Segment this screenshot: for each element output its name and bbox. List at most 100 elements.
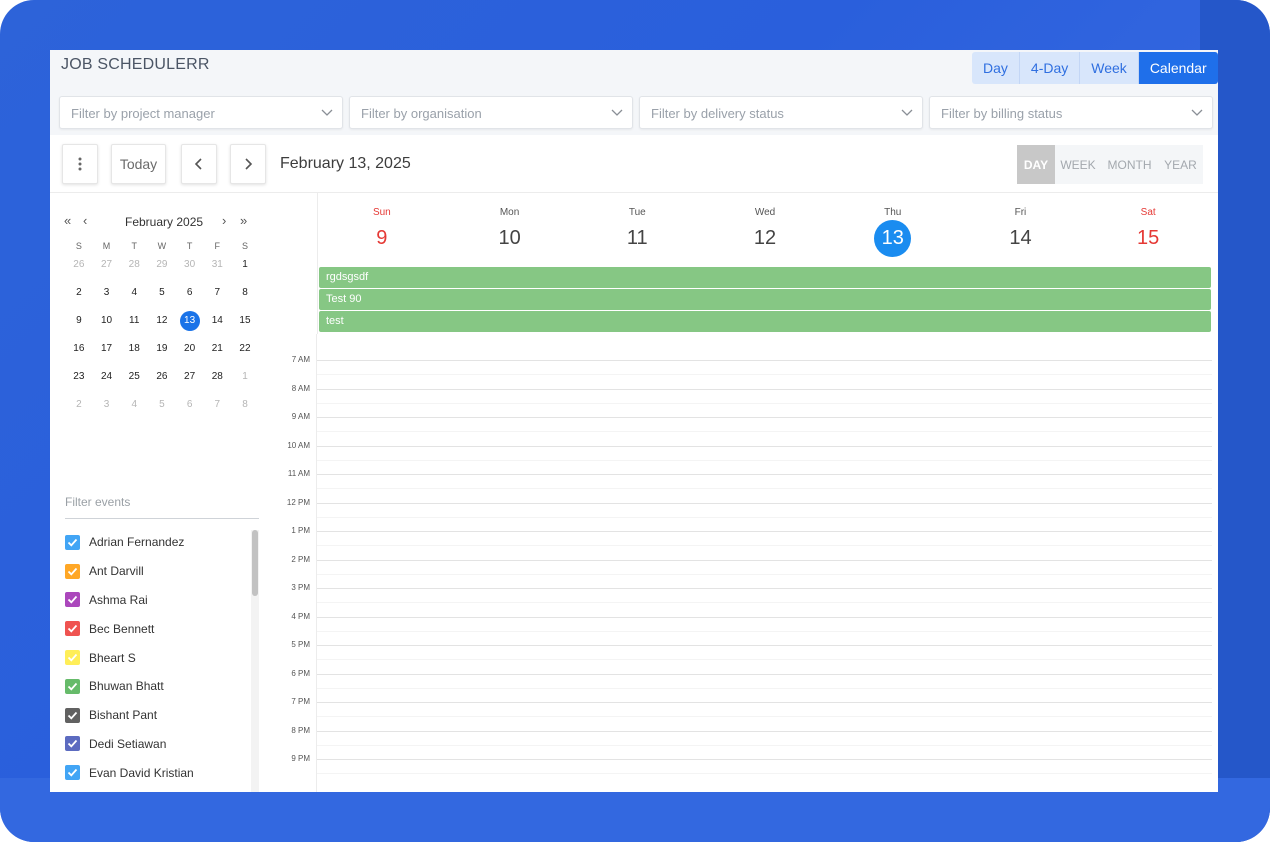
checkbox-checked-icon[interactable] [65, 765, 80, 781]
half-hour-gridline [317, 374, 1212, 376]
all-day-event[interactable]: Test 90 [319, 289, 1211, 310]
calendar-toolbar: Today February 13, 2025 DAY WEEK MONTH Y… [50, 135, 1218, 193]
calendar-item[interactable]: Ashma Rai [65, 586, 255, 615]
prev-period-button[interactable] [181, 144, 217, 184]
calendar-item[interactable]: Bheart S [65, 643, 255, 672]
day-number: 1 [242, 259, 248, 270]
hour-label: 8 AM [291, 383, 310, 393]
mini-calendar-day[interactable]: 5 [148, 399, 176, 429]
day-number: 10 [446, 227, 574, 250]
checkbox-checked-icon[interactable] [65, 592, 80, 608]
mini-calendar-day[interactable]: 6 [176, 399, 204, 429]
checkbox-checked-icon[interactable] [65, 678, 80, 694]
checkbox-checked-icon[interactable] [65, 650, 80, 666]
more-menu-button[interactable] [62, 144, 98, 184]
filter-bar: Filter by project manager Filter by orga… [59, 96, 1213, 129]
day-number: 7 [214, 287, 221, 298]
calendar-item[interactable]: Dedi Setiawan [65, 730, 255, 759]
half-hour-gridline [317, 402, 1212, 404]
hour-label: 7 AM [291, 355, 310, 364]
hour-gridline [317, 559, 1212, 561]
calendar-item[interactable]: Ant Darvill [65, 557, 255, 586]
day-number: 7 [214, 399, 221, 410]
day-column-header[interactable]: Fri 14 [957, 193, 1085, 267]
next-year-button[interactable]: » [240, 213, 247, 228]
view-day-button[interactable]: Day [972, 52, 1020, 84]
filter-events-input[interactable]: Filter events [65, 495, 259, 519]
day-number: 6 [186, 399, 193, 410]
scale-week-button[interactable]: WEEK [1055, 145, 1101, 184]
prev-month-button[interactable]: ‹ [83, 213, 87, 228]
hour-label: 3 PM [291, 583, 310, 592]
view-4day-button[interactable]: 4-Day [1019, 52, 1081, 84]
calendar-item[interactable]: Evan David Kristian [65, 758, 255, 787]
mini-calendar-day[interactable]: 3 [93, 399, 121, 429]
view-switcher: Day 4-Day Week Calendar [972, 52, 1218, 84]
day-name: Fri [1014, 207, 1027, 218]
half-hour-gridline [317, 744, 1212, 746]
billing-status-filter[interactable]: Filter by billing status [929, 96, 1213, 129]
calendar-item-label: Bhuwan Bhatt [89, 679, 164, 694]
calendar-item[interactable]: Bhuwan Bhatt [65, 672, 255, 701]
calendar-item[interactable]: Bishant Pant [65, 701, 255, 730]
checkbox-checked-icon[interactable] [65, 534, 80, 550]
all-day-event[interactable]: test [319, 311, 1211, 332]
calendar-item[interactable]: Bec Bennett [65, 614, 255, 643]
day-number: 1 [242, 371, 248, 382]
top-bar: JOB SCHEDULERR Day 4-Day Week Calendar F… [50, 50, 1218, 135]
day-number: 8 [242, 399, 248, 410]
hour-gridline [317, 388, 1212, 390]
half-hour-gridline [317, 773, 1212, 775]
checkbox-checked-icon[interactable] [65, 563, 80, 579]
next-period-button[interactable] [230, 144, 266, 184]
scale-month-button[interactable]: MONTH [1101, 145, 1158, 184]
delivery-status-filter[interactable]: Filter by delivery status [639, 96, 923, 129]
day-column-header[interactable]: Mon 10 [446, 193, 574, 267]
calendar-item-label: Dedi Setiawan [89, 736, 167, 751]
day-number: 22 [239, 343, 251, 354]
hour-gridline [317, 645, 1212, 646]
mini-calendar-header: « ‹ February 2025 › » [64, 213, 258, 231]
next-month-button[interactable]: › [222, 213, 226, 228]
scale-year-button[interactable]: YEAR [1158, 145, 1203, 184]
day-column-header[interactable]: Tue 11 [573, 193, 701, 267]
day-column-header[interactable]: Thu 13 [829, 193, 957, 267]
hour-label: 8 PM [291, 725, 310, 735]
prev-year-button[interactable]: « [64, 213, 71, 228]
view-week-button[interactable]: Week [1080, 52, 1139, 84]
mini-calendar-day[interactable]: 2 [65, 399, 93, 429]
hour-gridline [317, 531, 1212, 532]
calendar-item[interactable]: Gina X [65, 787, 255, 792]
calendar-item[interactable]: Adrian Fernandez [65, 528, 255, 557]
checkbox-checked-icon[interactable] [65, 736, 80, 752]
chevron-left-icon [194, 158, 202, 170]
checkbox-checked-icon[interactable] [65, 707, 80, 723]
half-hour-gridline [317, 602, 1212, 604]
organisation-filter[interactable]: Filter by organisation [349, 96, 633, 129]
calendar-item-label: Bheart S [89, 650, 136, 665]
mini-calendar-day[interactable]: 7 [203, 399, 231, 429]
mini-calendar-day[interactable]: 8 [231, 399, 259, 429]
day-column-header[interactable]: Wed 12 [701, 193, 829, 267]
day-number-text: 11 [626, 227, 648, 249]
checkbox-checked-icon[interactable] [65, 621, 80, 637]
half-hour-gridline [317, 431, 1212, 433]
calendar-item-label: Ashma Rai [89, 592, 148, 607]
hour-gridline [317, 445, 1212, 447]
scale-day-button[interactable]: DAY [1017, 145, 1055, 184]
day-number-text: 15 [1137, 227, 1160, 249]
time-grid[interactable]: 7 AM 8 AM 9 AM 10 AM 11 AM 12 PM 1 PM 2 PM 3 PM 4… [270, 334, 1212, 792]
day-number-text: 9 [376, 227, 388, 249]
filter-placeholder: Filter by delivery status [651, 106, 784, 121]
mini-calendar-day[interactable]: 4 [120, 399, 148, 429]
calendar-item-label: Evan David Kristian [89, 765, 194, 780]
view-calendar-button[interactable]: Calendar [1138, 52, 1218, 84]
day-number-text: 10 [498, 227, 521, 249]
all-day-event[interactable]: rgdsgsdf [319, 267, 1211, 288]
today-button[interactable]: Today [111, 144, 166, 184]
scrollbar-thumb[interactable] [252, 530, 258, 596]
day-number: 10 [100, 315, 113, 326]
day-column-header[interactable]: Sat 15 [1084, 193, 1212, 267]
day-column-header[interactable]: Sun 9 [318, 193, 446, 267]
project-manager-filter[interactable]: Filter by project manager [59, 96, 343, 129]
